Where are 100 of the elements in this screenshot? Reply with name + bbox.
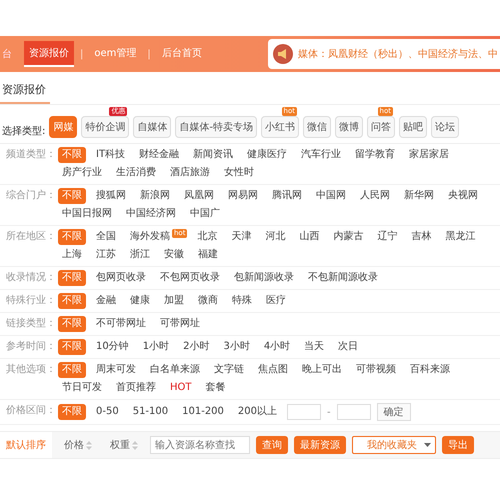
filter-option[interactable]: 海外发稿 bbox=[126, 229, 174, 245]
sort-tab[interactable]: 价格 bbox=[58, 432, 98, 458]
filter-label: 频道类型： bbox=[6, 148, 57, 162]
type-button[interactable]: 微博 bbox=[334, 116, 363, 138]
filter-option[interactable]: 腾讯网 bbox=[268, 188, 306, 204]
filter-option[interactable]: 包新闻源收录 bbox=[230, 270, 298, 286]
filter-option[interactable]: 留学教育 bbox=[351, 147, 400, 163]
filter-label: 所在地区： bbox=[6, 230, 57, 244]
filter-option[interactable]: 人民网 bbox=[356, 188, 394, 204]
min-price-field[interactable] bbox=[287, 404, 322, 420]
filter-option[interactable]: 0-50 bbox=[92, 404, 123, 420]
filter-option[interactable]: 安徽 bbox=[160, 247, 188, 263]
filter-option[interactable]: 200以上 bbox=[234, 404, 282, 420]
filter-label: 链接类型： bbox=[6, 316, 57, 331]
filter-option[interactable]: 可带网址 bbox=[156, 316, 204, 332]
type-button[interactable]: 自媒体 bbox=[133, 116, 172, 138]
filter-option[interactable]: 中国网 bbox=[312, 188, 350, 204]
filter-option[interactable]: 汽车行业 bbox=[297, 147, 346, 163]
filter-option[interactable]: 房产行业 bbox=[58, 165, 106, 181]
filter-option[interactable]: 浙江 bbox=[126, 247, 154, 263]
filter-option[interactable]: 3小时 bbox=[219, 339, 254, 355]
filter-option[interactable]: 白名单来源 bbox=[146, 362, 204, 378]
filter-option[interactable]: 北京 bbox=[193, 229, 222, 245]
filter-option[interactable]: 山西 bbox=[295, 229, 324, 245]
sort-tab[interactable]: 权重 bbox=[104, 432, 144, 458]
max-price-field[interactable] bbox=[336, 404, 371, 420]
filter-option[interactable]: 黑龙江 bbox=[441, 229, 480, 245]
filter-label: 收录情况： bbox=[6, 270, 57, 285]
search-field[interactable]: 输入资源名称查找 bbox=[150, 436, 250, 454]
filter-option[interactable]: 财经金融 bbox=[135, 147, 184, 163]
caret-icon bbox=[424, 443, 431, 447]
type-button[interactable]: 论坛 bbox=[430, 116, 459, 138]
filter-option[interactable]: 内蒙古 bbox=[329, 229, 368, 245]
filter-option[interactable]: 辽宁 bbox=[373, 229, 402, 245]
filter-option[interactable]: 当天 bbox=[300, 339, 328, 355]
filter-option[interactable]: 微商 bbox=[194, 293, 222, 309]
sort-icon bbox=[132, 440, 138, 450]
filter-option[interactable]: 搜狐网 bbox=[92, 188, 130, 204]
type-button[interactable]: 特价企调 bbox=[81, 116, 130, 138]
type-button[interactable]: 问答 bbox=[366, 116, 395, 138]
filter-option[interactable]: 女性时 bbox=[220, 165, 258, 181]
filter-label: 价格区间： bbox=[6, 404, 57, 418]
filter-option[interactable]: 健康 bbox=[126, 293, 154, 309]
type-button[interactable]: 小红书 bbox=[260, 116, 299, 138]
filter-option[interactable]: 可带视频 bbox=[352, 362, 400, 378]
filter-option[interactable]: 福建 bbox=[194, 247, 222, 263]
filter-option[interactable]: 101-200 bbox=[178, 404, 228, 420]
filter-option[interactable]: 51-100 bbox=[128, 404, 172, 420]
filter-label: 特殊行业： bbox=[6, 294, 57, 308]
filter-option[interactable]: 不包新闻源收录 bbox=[304, 270, 382, 286]
filter-option[interactable]: 中国经济网 bbox=[122, 206, 180, 222]
filter-option[interactable]: 吉林 bbox=[407, 229, 436, 245]
filter-option[interactable]: 百科来源 bbox=[406, 362, 454, 378]
filter-option[interactable]: 包网页收录 bbox=[92, 270, 150, 286]
filter-option[interactable]: 首页推荐 bbox=[112, 380, 160, 396]
filter-option[interactable]: 新闻资讯 bbox=[189, 147, 238, 163]
filter-option[interactable]: 节日可发 bbox=[58, 380, 106, 396]
filter-option[interactable]: 新浪网 bbox=[136, 188, 174, 204]
filter-option[interactable]: 河北 bbox=[261, 229, 290, 245]
filter-option[interactable]: 天津 bbox=[227, 229, 256, 245]
filter-option[interactable]: 央视网 bbox=[444, 188, 482, 204]
filter-option[interactable]: 生活消费 bbox=[112, 165, 160, 181]
filter-option[interactable]: 健康医疗 bbox=[243, 147, 292, 163]
filter-option[interactable]: 酒店旅游 bbox=[166, 165, 214, 181]
type-button[interactable]: 微信 bbox=[302, 116, 331, 138]
filter-option[interactable]: 焦点图 bbox=[254, 362, 292, 378]
filter-option[interactable]: 晚上可出 bbox=[298, 362, 346, 378]
filter-option[interactable]: 套餐 bbox=[202, 380, 230, 396]
filter-option[interactable]: 加盟 bbox=[160, 293, 188, 309]
filter-option[interactable]: 4小时 bbox=[260, 339, 294, 355]
type-button[interactable]: 自媒体-特卖专场 bbox=[175, 116, 257, 138]
filter-option[interactable]: HOT bbox=[166, 380, 196, 396]
filter-option[interactable]: 医疗 bbox=[262, 293, 290, 309]
nav-tab[interactable]: 资源报价 bbox=[24, 41, 74, 67]
range-dash: - bbox=[327, 406, 331, 418]
type-button[interactable]: 贴吧 bbox=[398, 116, 427, 138]
filter-option[interactable]: 不可带网址 bbox=[92, 316, 150, 332]
filter-option[interactable]: 网易网 bbox=[224, 188, 262, 204]
filter-option[interactable]: 特殊 bbox=[228, 293, 256, 309]
page-title: 资源报价 bbox=[0, 82, 50, 104]
filter-option[interactable]: 凤凰网 bbox=[180, 188, 218, 204]
filter-option[interactable]: 中国日报网 bbox=[58, 206, 116, 222]
filter-option[interactable]: IT科技 bbox=[92, 147, 130, 163]
filter-option[interactable]: 文字链 bbox=[210, 362, 248, 378]
brand-text: 台 bbox=[2, 48, 12, 61]
filter-option[interactable]: 10分钟 bbox=[92, 339, 133, 355]
filter-option[interactable]: 新华网 bbox=[400, 188, 438, 204]
filter-option[interactable]: 全国 bbox=[92, 229, 120, 245]
filter-option[interactable]: 次日 bbox=[334, 339, 362, 355]
filter-option[interactable]: 上海 bbox=[58, 247, 86, 263]
filter-option[interactable]: 家居家居 bbox=[405, 147, 454, 163]
filter-option[interactable]: 1小时 bbox=[138, 339, 174, 355]
filter-option[interactable]: 江苏 bbox=[92, 247, 120, 263]
filter-option[interactable]: 2小时 bbox=[179, 339, 214, 355]
filter-option[interactable]: 周末可发 bbox=[92, 362, 140, 378]
confirm-button[interactable]: 确定 bbox=[376, 403, 411, 421]
filter-option[interactable]: 中国广 bbox=[186, 206, 224, 222]
filter-option[interactable]: 金融 bbox=[92, 293, 120, 309]
megaphone-icon bbox=[273, 44, 293, 64]
filter-option[interactable]: 不包网页收录 bbox=[156, 270, 224, 286]
